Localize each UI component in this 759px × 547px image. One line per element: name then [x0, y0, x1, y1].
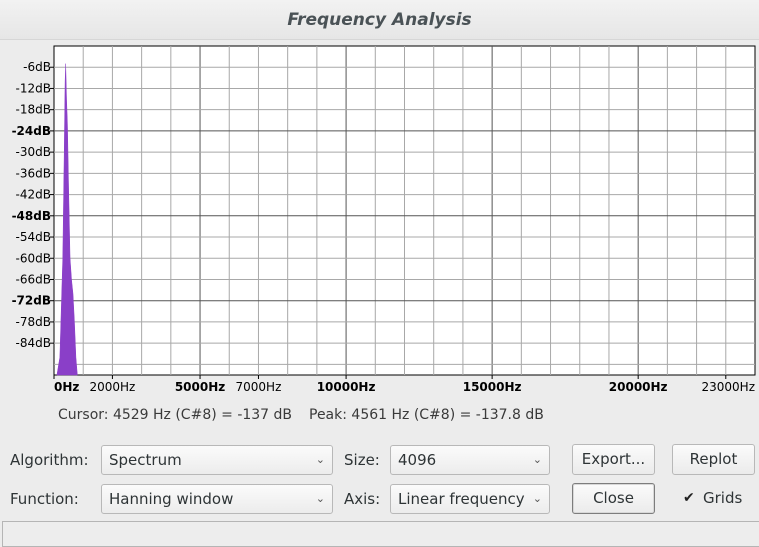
size-label: Size:	[344, 451, 380, 469]
y-tick-label: -12dB	[16, 81, 51, 95]
y-tick-label: -30dB	[16, 145, 51, 159]
window-title: Frequency Analysis	[287, 10, 472, 30]
x-tick-label: 20000Hz	[609, 380, 668, 394]
y-tick-label: -42dB	[16, 188, 51, 202]
axis-select-value: Linear frequency	[398, 490, 525, 508]
y-tick-label: -36dB	[16, 166, 51, 180]
axis-select[interactable]: Linear frequency ⌄	[390, 484, 550, 514]
x-tick-label: 7000Hz	[236, 380, 282, 394]
y-tick-label: -66dB	[16, 272, 51, 286]
y-tick-label: -72dB	[12, 294, 51, 308]
chevron-down-icon: ⌄	[532, 492, 542, 505]
chevron-down-icon: ⌄	[532, 453, 542, 466]
peak-readout: Peak: 4561 Hz (C#8) = -137.8 dB	[309, 407, 544, 423]
x-tick-label: 23000Hz	[702, 380, 756, 394]
axis-label: Axis:	[344, 490, 381, 508]
spectrum-plot[interactable]: -6dB -12dB -18dB -24dB -30dB -36dB -42dB -48dB -…	[0, 40, 759, 400]
export-button[interactable]: Export...	[572, 444, 655, 475]
x-tick-label: 15000Hz	[463, 380, 522, 394]
algorithm-label: Algorithm:	[10, 451, 89, 469]
grids-checkbox[interactable]: ✔	[683, 491, 697, 505]
x-tick-label: 0Hz	[54, 380, 79, 394]
y-tick-label: -18dB	[16, 103, 51, 117]
y-tick-label: -6dB	[23, 60, 51, 74]
y-tick-label: -54dB	[16, 230, 51, 244]
y-tick-label: -48dB	[12, 209, 51, 223]
title-bar: Frequency Analysis	[0, 0, 759, 40]
status-bar	[2, 521, 759, 547]
algorithm-select[interactable]: Spectrum ⌄	[101, 445, 333, 475]
y-tick-label: -84dB	[16, 336, 51, 350]
function-label: Function:	[10, 490, 79, 508]
x-tick-label: 10000Hz	[317, 380, 376, 394]
function-select-value: Hanning window	[109, 490, 234, 508]
chevron-down-icon: ⌄	[315, 492, 325, 505]
y-tick-label: -78dB	[16, 315, 51, 329]
y-tick-label: -24dB	[12, 124, 51, 138]
cursor-readout: Cursor: 4529 Hz (C#8) = -137 dB	[58, 407, 293, 423]
algorithm-select-value: Spectrum	[109, 451, 182, 469]
x-tick-label: 2000Hz	[89, 380, 135, 394]
function-select[interactable]: Hanning window ⌄	[101, 484, 333, 514]
grids-label: Grids	[703, 489, 743, 507]
x-tick-label: 5000Hz	[175, 380, 225, 394]
y-tick-label: -60dB	[16, 251, 51, 265]
close-button[interactable]: Close	[572, 483, 655, 514]
size-select-value: 4096	[398, 451, 437, 469]
size-select[interactable]: 4096 ⌄	[390, 445, 550, 475]
replot-button[interactable]: Replot	[672, 444, 755, 475]
chevron-down-icon: ⌄	[315, 453, 325, 466]
